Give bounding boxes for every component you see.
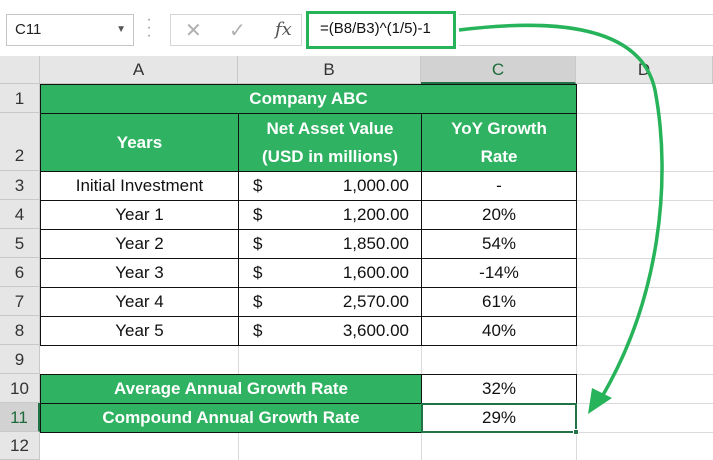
- annotation-arrow-icon: [458, 23, 664, 414]
